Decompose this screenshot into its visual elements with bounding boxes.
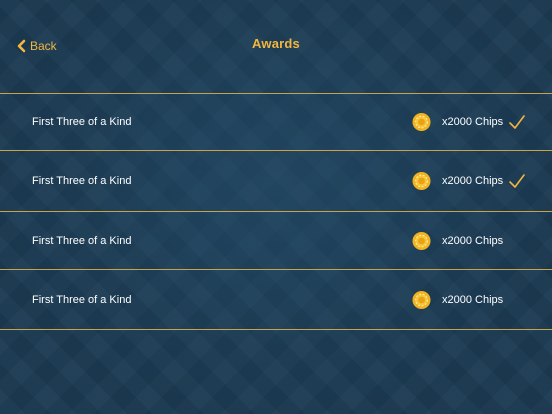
- awards-list: First Three of a Kind x2000 Chips First …: [0, 93, 552, 330]
- check-icon: [508, 173, 526, 189]
- chip-icon: [412, 171, 431, 191]
- award-reward: x2000 Chips: [442, 234, 504, 247]
- award-reward: x2000 Chips: [442, 175, 504, 187]
- award-title: First Three of a Kind: [32, 293, 132, 306]
- award-title: First Three of a Kind: [32, 234, 132, 247]
- award-row: First Three of a Kind x2000 Chips: [0, 211, 552, 269]
- award-reward: x2000 Chips: [442, 116, 504, 128]
- award-reward: x2000 Chips: [442, 293, 504, 306]
- award-row: First Three of a Kind x2000 Chips: [0, 150, 552, 211]
- award-title: First Three of a Kind: [32, 175, 132, 187]
- award-title: First Three of a Kind: [32, 116, 132, 128]
- chip-icon: [412, 290, 431, 309]
- chip-icon: [412, 231, 431, 250]
- page-title: Awards: [252, 36, 300, 51]
- header: Back Awards: [0, 0, 552, 92]
- award-row: First Three of a Kind x2000 Chips: [0, 269, 552, 330]
- check-icon: [508, 114, 526, 130]
- chip-icon: [412, 112, 431, 132]
- award-row: First Three of a Kind x2000 Chips: [0, 93, 552, 150]
